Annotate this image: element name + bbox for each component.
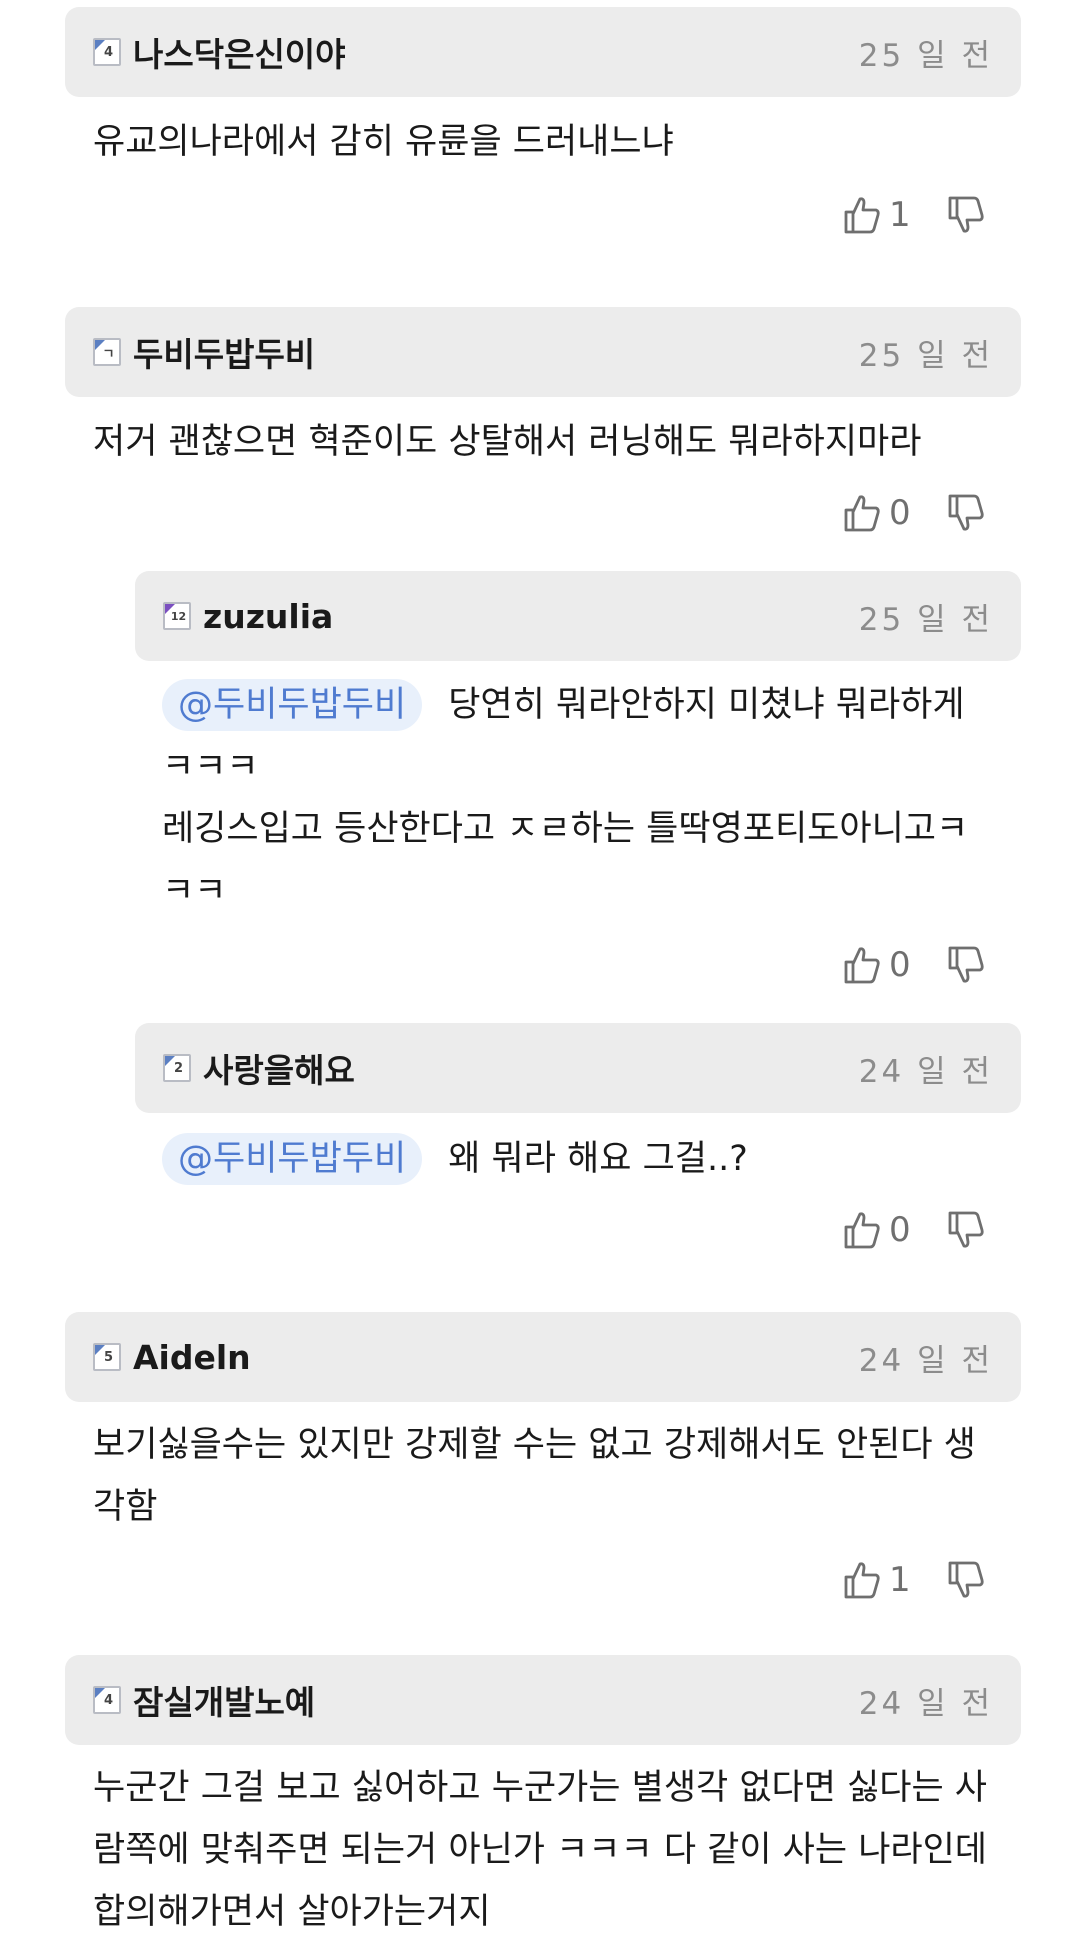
comment-reactions: 1 (843, 195, 985, 235)
like-count: 1 (889, 1560, 911, 1600)
comment-reactions: 1 (843, 1560, 985, 1600)
comment-text-line: 보기싫을수는 있지만 강제할 수는 없고 강제해서도 안된다 생 (93, 1425, 976, 1465)
comment-reactions: 0 (843, 493, 985, 533)
comment-time: 25 일 전 (858, 337, 993, 374)
reply-first-line: @두비두밥두비 당연히 뭐라안하지 미쳤냐 뭐라하게 (162, 674, 968, 736)
thumbs-down-icon[interactable] (947, 1210, 985, 1250)
comment-author[interactable]: 4 나스닥은신이야 (93, 28, 346, 76)
comment-text-line: 레깅스입고 등산한다고 ㅈㄹ하는 틀딱영포티도아니고ㅋ (162, 809, 969, 849)
comment-header: 5 Aideln 24 일 전 (65, 1312, 1021, 1402)
level-badge-icon: 5 (93, 1343, 121, 1371)
comment-text-line: 각함 (93, 1487, 158, 1527)
level-badge-icon: 4 (93, 38, 121, 66)
comment-text-line: ㅋㅋ (162, 871, 227, 911)
reply-body: @두비두밥두비 당연히 뭐라안하지 미쳤냐 뭐라하게 ㅋㅋㅋ 레깅스입고 등산한다… (162, 674, 968, 922)
reply-body: @두비두밥두비 왜 뭐라 해요 그걸..? (162, 1128, 748, 1190)
reply-first-line: @두비두밥두비 왜 뭐라 해요 그걸..? (162, 1128, 748, 1190)
comment-text-line: 당연히 뭐라안하지 미쳤냐 뭐라하게 (448, 685, 965, 725)
comment-time: 24 일 전 (858, 1685, 993, 1722)
comment-time: 25 일 전 (858, 37, 993, 74)
username[interactable]: 잠실개발노예 (133, 1676, 315, 1724)
like-count: 1 (889, 195, 911, 235)
username[interactable]: 나스닥은신이야 (133, 28, 346, 76)
comment-header: ㄱ 두비두밥두비 25 일 전 (65, 307, 1021, 397)
thumbs-down-icon[interactable] (947, 493, 985, 533)
comment-time: 24 일 전 (858, 1342, 993, 1379)
like-count: 0 (889, 945, 911, 985)
username[interactable]: 사랑을해요 (203, 1044, 355, 1092)
comment-text-line: 합의해가면서 살아가는거지 (93, 1892, 491, 1932)
comment-author[interactable]: ㄱ 두비두밥두비 (93, 328, 315, 376)
thumbs-down-icon[interactable] (947, 945, 985, 985)
username[interactable]: zuzulia (203, 597, 333, 636)
level-badge-icon: 2 (163, 1054, 191, 1082)
comment-author[interactable]: 2 사랑을해요 (163, 1044, 355, 1092)
level-badge-icon: 4 (93, 1686, 121, 1714)
comment-text-line: 람쪽에 맞춰주면 되는거 아닌가 ㅋㅋㅋ 다 같이 사는 나라인데 (93, 1830, 988, 1870)
level-badge-icon: ㄱ (93, 338, 121, 366)
comment-time: 25 일 전 (858, 601, 993, 638)
like-count: 0 (889, 493, 911, 533)
level-badge-icon: 12 (163, 602, 191, 630)
thumbs-down-icon[interactable] (947, 1560, 985, 1600)
reply-header: 2 사랑을해요 24 일 전 (135, 1023, 1021, 1113)
comment-text-line: 저거 괜찮으면 혁준이도 상탈해서 러닝해도 뭐라하지마라 (93, 422, 922, 462)
reply-header: 12 zuzulia 25 일 전 (135, 571, 1021, 661)
thumbs-up-icon[interactable] (843, 1560, 881, 1600)
like-count: 0 (889, 1210, 911, 1250)
comment-body: 누군간 그걸 보고 싫어하고 누군가는 별생각 없다면 싫다는 사 람쪽에 맞춰… (93, 1757, 987, 1943)
comment-header: 4 나스닥은신이야 25 일 전 (65, 7, 1021, 97)
comment-reactions: 0 (843, 1210, 985, 1250)
thumbs-up-icon[interactable] (843, 945, 881, 985)
comment-text-line: ㅋㅋㅋ (162, 747, 259, 787)
comment-reactions: 0 (843, 945, 985, 985)
comment-text-line: 누군간 그걸 보고 싫어하고 누군가는 별생각 없다면 싫다는 사 (93, 1768, 988, 1808)
comment-author[interactable]: 4 잠실개발노예 (93, 1676, 315, 1724)
thumbs-up-icon[interactable] (843, 493, 881, 533)
comment-header: 4 잠실개발노예 24 일 전 (65, 1655, 1021, 1745)
comment-text-line: 유교의나라에서 감히 유륜을 드러내느냐 (93, 122, 674, 162)
comment-body: 저거 괜찮으면 혁준이도 상탈해서 러닝해도 뭐라하지마라 (93, 411, 921, 473)
username[interactable]: Aideln (133, 1338, 251, 1377)
thumbs-up-icon[interactable] (843, 195, 881, 235)
mention-tag[interactable]: @두비두밥두비 (162, 679, 423, 731)
comment-body: 보기싫을수는 있지만 강제할 수는 없고 강제해서도 안된다 생 각함 (93, 1414, 976, 1538)
username[interactable]: 두비두밥두비 (133, 328, 315, 376)
thumbs-down-icon[interactable] (947, 195, 985, 235)
comment-time: 24 일 전 (858, 1053, 993, 1090)
mention-tag[interactable]: @두비두밥두비 (162, 1133, 423, 1185)
comment-body: 유교의나라에서 감히 유륜을 드러내느냐 (93, 111, 674, 173)
thumbs-up-icon[interactable] (843, 1210, 881, 1250)
comment-author[interactable]: 5 Aideln (93, 1338, 251, 1377)
comment-text-line: 왜 뭐라 해요 그걸..? (448, 1139, 748, 1179)
comment-author[interactable]: 12 zuzulia (163, 597, 333, 636)
